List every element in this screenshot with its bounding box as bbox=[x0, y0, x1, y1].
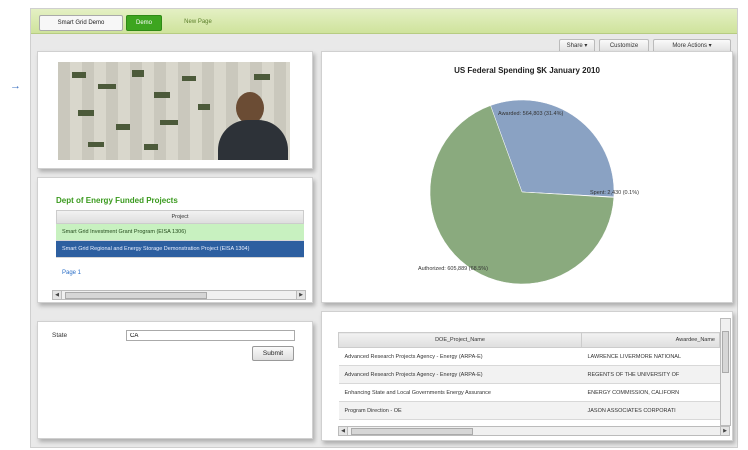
scroll-left-icon[interactable]: ◀ bbox=[53, 291, 62, 299]
photo-panel bbox=[37, 51, 313, 169]
table-cell: Advanced Research Projects Agency - Ener… bbox=[338, 365, 582, 384]
awards-table-panel: DOE_Project_Name Awardee_Name Advanced R… bbox=[321, 311, 733, 441]
state-input[interactable] bbox=[126, 330, 295, 341]
table-hscrollbar[interactable]: ◀ ▶ bbox=[338, 426, 730, 436]
project-row-selected[interactable]: Smart Grid Regional and Energy Storage D… bbox=[56, 241, 304, 258]
arrow-right-icon: → bbox=[10, 80, 21, 92]
submit-button[interactable]: Submit bbox=[252, 346, 294, 361]
app-frame: Smart Grid Demo Demo New Page Share ▾ Cu… bbox=[30, 8, 738, 448]
pie-label-spent: Spent: 2,430 (0.1%) bbox=[590, 190, 639, 196]
tab-new-page[interactable]: New Page bbox=[168, 15, 228, 29]
scroll-thumb[interactable] bbox=[351, 428, 473, 435]
table-row[interactable]: Enhancing State and Local Governments En… bbox=[338, 383, 720, 402]
state-form-panel: State Submit bbox=[37, 321, 313, 439]
table-cell: ENERGY COMMISSION, CALIFORN bbox=[581, 383, 720, 402]
scroll-thumb[interactable] bbox=[722, 331, 729, 373]
tab-smart-grid-demo[interactable]: Smart Grid Demo bbox=[39, 15, 123, 31]
table-cell: Advanced Research Projects Agency - Ener… bbox=[338, 347, 582, 366]
table-cell: Enhancing State and Local Governments En… bbox=[338, 383, 582, 402]
column-header-awardee-name[interactable]: Awardee_Name bbox=[581, 332, 720, 348]
pie-label-authorized: Authorized: 605,889 (68.5%) bbox=[418, 266, 488, 272]
column-header-project-name[interactable]: DOE_Project_Name bbox=[338, 332, 582, 348]
projects-hscrollbar[interactable]: ◀ ▶ bbox=[52, 290, 306, 300]
scroll-right-icon[interactable]: ▶ bbox=[296, 291, 305, 299]
awards-table: DOE_Project_Name Awardee_Name Advanced R… bbox=[338, 332, 720, 420]
table-cell: JASON ASSOCIATES CORPORATI bbox=[581, 401, 720, 420]
state-label: State bbox=[52, 332, 68, 339]
scroll-left-icon[interactable]: ◀ bbox=[339, 427, 348, 435]
table-row[interactable]: Advanced Research Projects Agency - Ener… bbox=[338, 365, 720, 384]
pie-label-awarded: Awarded: 564,803 (31.4%) bbox=[498, 111, 563, 117]
table-cell: REGENTS OF THE UNIVERSITY OF bbox=[581, 365, 720, 384]
project-row[interactable]: Smart Grid Investment Grant Program (EIS… bbox=[56, 224, 304, 241]
page-link[interactable]: Page 1 bbox=[62, 270, 81, 276]
scroll-thumb[interactable] bbox=[65, 292, 207, 299]
doe-panel-title: Dept of Energy Funded Projects bbox=[56, 196, 178, 205]
smart-grid-photo bbox=[58, 62, 290, 160]
table-cell: Program Direction - OE bbox=[338, 401, 582, 420]
table-vscrollbar[interactable] bbox=[720, 318, 731, 426]
doe-projects-panel: Dept of Energy Funded Projects Project S… bbox=[37, 177, 313, 303]
chart-panel: US Federal Spending $K January 2010 Awar… bbox=[321, 51, 733, 303]
tab-demo[interactable]: Demo bbox=[126, 15, 162, 31]
spending-pie-chart: Awarded: 564,803 (31.4%) Spent: 2,430 (0.… bbox=[418, 99, 639, 285]
projects-grid: Project Smart Grid Investment Grant Prog… bbox=[56, 210, 304, 258]
table-row[interactable]: Program Direction - OE JASON ASSOCIATES … bbox=[338, 401, 720, 420]
table-row[interactable]: Advanced Research Projects Agency - Ener… bbox=[338, 347, 720, 366]
table-cell: LAWRENCE LIVERMORE NATIONAL bbox=[581, 347, 720, 366]
top-nav-bar: Smart Grid Demo Demo New Page bbox=[31, 9, 737, 34]
project-column-header[interactable]: Project bbox=[56, 210, 304, 224]
scroll-right-icon[interactable]: ▶ bbox=[720, 427, 729, 435]
